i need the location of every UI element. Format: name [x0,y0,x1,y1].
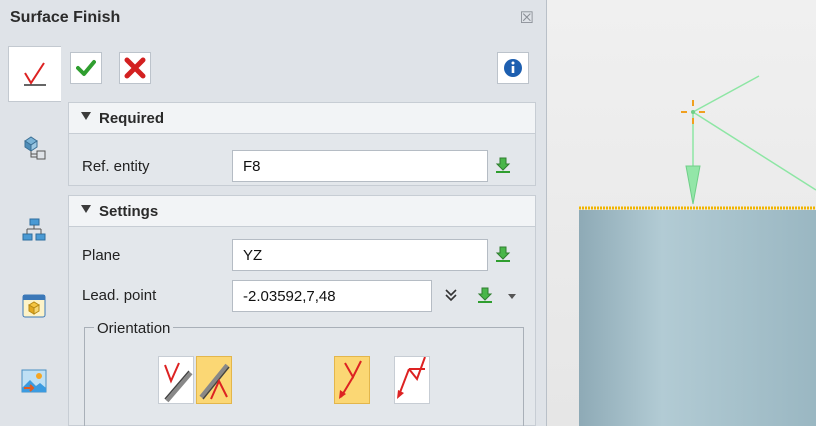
leader-up-icon [397,356,426,399]
collapse-triangle-icon [81,205,91,213]
required-section-header[interactable]: Required [68,102,536,134]
leader-down-icon [339,360,362,399]
cube-view-icon [22,294,46,318]
checkmark-symbol-icon [24,62,46,86]
part-tree-icon [24,136,46,160]
dialog-title: Surface Finish [10,9,121,26]
dialog-titlebar: Surface Finish ☒ [0,0,546,38]
plane-field[interactable]: YZ [232,239,488,271]
surface-finish-dialog: Surface Finish ☒ Required Ref. entity F8… [0,0,547,426]
model-graphics [579,75,816,426]
required-section-title: Required [99,110,165,127]
info-button[interactable] [497,52,529,84]
green-check-icon [76,60,96,76]
model-viewport[interactable] [547,0,816,426]
ref-entity-label: Ref. entity [82,158,150,175]
hierarchy-icon [22,218,46,241]
side-tab-strip [8,46,61,426]
lead-point-field[interactable]: -2.03592,7,48 [232,280,432,312]
collapse-triangle-icon [81,112,91,120]
tab-assembly-tree[interactable] [8,206,60,254]
tab-feature-tree[interactable] [8,124,60,172]
orientation-leader-up-option[interactable] [394,356,430,404]
info-icon [504,59,522,77]
lead-point-label: Lead. point [82,287,157,304]
pick-download-icon[interactable] [494,245,512,263]
double-chevron-down-icon[interactable] [444,288,458,302]
dropdown-arrow-icon[interactable] [508,294,516,299]
orientation-left-option[interactable] [158,356,194,404]
orientation-left-flipped-option[interactable] [196,356,232,404]
cylinder-body [579,210,816,426]
settings-section-header[interactable]: Settings [68,195,536,227]
pick-download-icon[interactable] [476,286,494,304]
plane-label: Plane [82,247,121,264]
symbol-flipped-icon [199,363,230,400]
leader-arrowhead [685,165,701,205]
red-x-icon [124,57,146,79]
close-icon[interactable]: ☒ [520,8,534,28]
ok-button[interactable] [70,52,102,84]
symbol-leg-line [692,75,760,113]
tab-surface-finish[interactable] [8,46,61,102]
settings-section-title: Settings [99,203,159,220]
cancel-button[interactable] [119,52,151,84]
pick-download-icon[interactable] [494,156,512,174]
tab-image-manager[interactable] [8,358,60,406]
ref-entity-field[interactable]: F8 [232,150,488,182]
orientation-label: Orientation [94,320,174,337]
symbol-leg-line [692,111,816,191]
lead-point-marker[interactable] [681,100,705,124]
tab-view-manager[interactable] [8,282,60,330]
orientation-leader-down-option[interactable] [334,356,370,404]
orientation-group [84,327,524,426]
symbol-left-icon [164,362,193,403]
image-export-icon [21,369,47,393]
